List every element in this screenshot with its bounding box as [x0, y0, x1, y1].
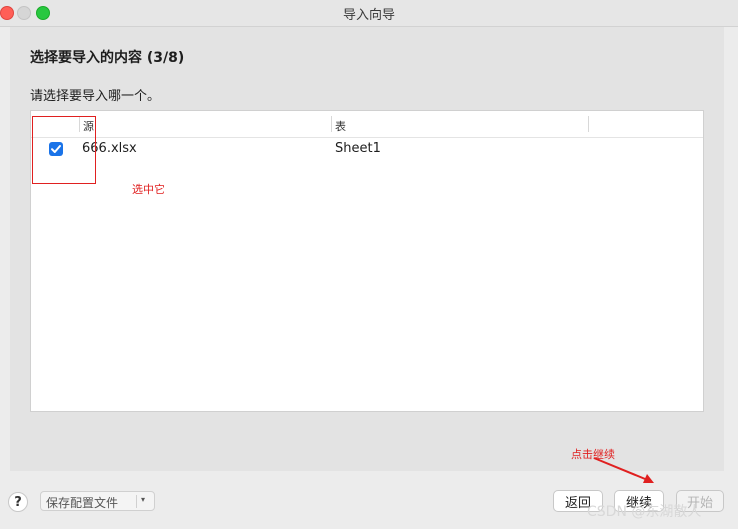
import-table: 源 表 666.xlsx Sheet1: [30, 110, 704, 412]
save-profile-label: 保存配置文件: [46, 496, 119, 510]
save-profile-dropdown[interactable]: 保存配置文件 ▾: [40, 491, 155, 511]
help-button[interactable]: ?: [8, 492, 28, 512]
column-divider[interactable]: [331, 116, 332, 132]
annotation-highlight-box: [32, 116, 96, 184]
table-header: 源 表: [31, 111, 703, 138]
step-heading: 选择要导入的内容 (3/8): [30, 50, 185, 66]
dropdown-divider: [136, 495, 137, 508]
window-title: 导入向导: [342, 8, 395, 23]
row-sheet: Sheet1: [335, 141, 381, 156]
annotation-select-note: 选中它: [132, 183, 165, 196]
step-instruction: 请选择要导入哪一个。: [30, 89, 161, 104]
watermark: CSDN @东湖散人: [587, 504, 702, 520]
table-row[interactable]: 666.xlsx Sheet1: [31, 138, 703, 160]
column-divider[interactable]: [588, 116, 589, 132]
annotation-arrow-icon: [593, 457, 654, 483]
column-header-sheet[interactable]: 表: [335, 118, 346, 134]
title-bar: 导入向导: [0, 0, 738, 27]
chevron-down-icon[interactable]: ▾: [141, 495, 145, 504]
